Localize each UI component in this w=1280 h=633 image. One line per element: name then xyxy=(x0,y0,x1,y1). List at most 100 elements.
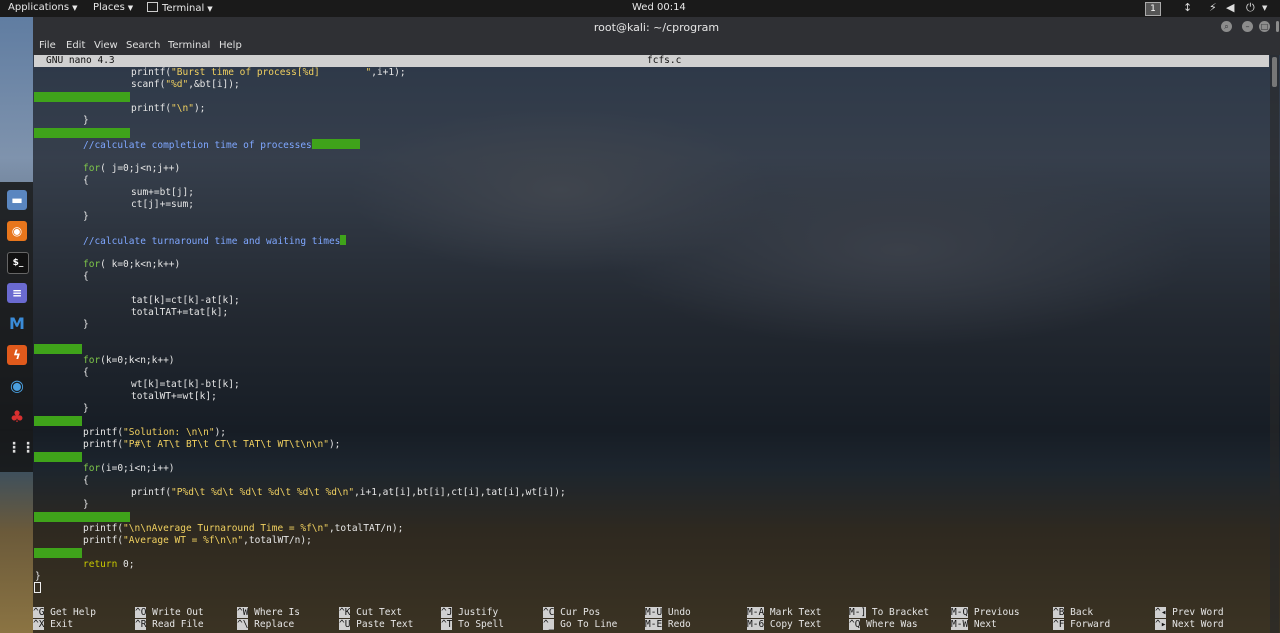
code-token: ); xyxy=(214,427,227,438)
shortcut-label: Cut Text xyxy=(350,607,402,618)
shortcut-hint[interactable]: M-] To Bracket xyxy=(849,607,929,619)
keyboard-icon[interactable]: ↕ xyxy=(1183,1,1192,14)
metasploit-icon[interactable]: M xyxy=(7,314,27,334)
shortcut-key: ^\ xyxy=(237,619,249,630)
shortcut-hint[interactable]: ^W Where Is xyxy=(237,607,300,619)
code-line: printf("P#\t AT\t BT\t CT\t TAT\t WT\t\n… xyxy=(83,439,340,451)
search-icon[interactable]: ⌕ xyxy=(1221,21,1232,32)
code-token: ,i+1); xyxy=(371,67,406,78)
code-token: { xyxy=(83,271,89,282)
shortcut-hint[interactable]: ^\ Replace xyxy=(237,619,294,631)
places-menu[interactable]: Places ▼ xyxy=(93,2,133,13)
app-grid-icon[interactable]: ⋮⋮ xyxy=(7,438,35,458)
power-icon[interactable]: ⏻ xyxy=(1246,1,1255,15)
shortcut-hint[interactable]: ^J Justify xyxy=(441,607,498,619)
shortcut-hint[interactable]: M-6 Copy Text xyxy=(747,619,821,631)
shortcut-hint[interactable]: M-A Mark Text xyxy=(747,607,821,619)
shortcut-hint[interactable]: ^◂ Prev Word xyxy=(1155,607,1224,619)
terminal-small-icon xyxy=(147,2,158,12)
code-token: ( j=0;j<n;j++) xyxy=(100,163,181,174)
terminal-window[interactable]: root@kali: ~/cprogram ⌕ – □ File Edit Vi… xyxy=(33,17,1280,633)
system-menu-caret-icon[interactable]: ▼ xyxy=(1262,4,1267,12)
shortcut-hint[interactable]: ^U Paste Text xyxy=(339,619,413,631)
code-line: wt[k]=tat[k]-bt[k]; xyxy=(131,379,240,391)
code-token: "\n\nAverage Turnaround Time = %f\n" xyxy=(123,523,329,534)
text-editor-icon[interactable]: ≡ xyxy=(7,283,27,303)
code-token: "Average WT = %f\n\n" xyxy=(123,535,244,546)
shortcut-label: Exit xyxy=(44,619,74,630)
code-line: for(k=0;k<n;k++) xyxy=(83,355,175,367)
network-icon[interactable]: ⚡ xyxy=(1209,1,1217,14)
burpsuite-icon[interactable]: ϟ xyxy=(7,345,27,365)
shortcut-key: M-] xyxy=(849,607,867,618)
volume-icon[interactable]: ◀ xyxy=(1226,1,1234,14)
close-button[interactable] xyxy=(1276,21,1279,32)
scrollbar[interactable] xyxy=(1270,55,1279,633)
window-titlebar[interactable]: root@kali: ~/cprogram ⌕ – □ xyxy=(33,17,1280,38)
nano-title-bar: GNU nano 4.3 fcfs.c xyxy=(34,55,1269,67)
shortcut-hint[interactable]: M-Q Previous xyxy=(951,607,1020,619)
shortcut-label: Mark Text xyxy=(764,607,822,618)
files-icon[interactable]: ▬ xyxy=(7,190,27,210)
shortcut-hint[interactable]: M-W Next xyxy=(951,619,997,631)
shortcut-hint[interactable]: ^G Get Help xyxy=(33,607,96,619)
shortcut-hint[interactable]: ^X Exit xyxy=(33,619,73,631)
minimize-button[interactable]: – xyxy=(1242,21,1253,32)
shortcut-key: ^U xyxy=(339,619,351,630)
trailing-whitespace-highlight xyxy=(340,235,347,245)
code-token: "\n" xyxy=(171,103,194,114)
code-token: printf( xyxy=(83,535,124,546)
clock[interactable]: Wed 00:14 xyxy=(632,2,686,13)
shortcut-key: ^K xyxy=(339,607,351,618)
firefox-esr-icon[interactable]: ◉ xyxy=(7,221,27,241)
shortcut-hint[interactable]: ^_ Go To Line xyxy=(543,619,617,631)
shortcut-hint[interactable]: ^K Cut Text xyxy=(339,607,402,619)
shortcut-hint[interactable]: ^C Cur Pos xyxy=(543,607,600,619)
cherrytree-icon[interactable]: ♣ xyxy=(7,407,27,427)
maximize-button[interactable]: □ xyxy=(1259,21,1270,32)
terminal-icon[interactable]: $_ xyxy=(7,252,29,274)
workspace-indicator[interactable]: 1 xyxy=(1145,2,1161,16)
shortcut-label: Copy Text xyxy=(764,619,822,630)
shortcut-hint[interactable]: M-E Redo xyxy=(645,619,691,631)
shortcut-label: Previous xyxy=(968,607,1020,618)
menu-terminal[interactable]: Terminal xyxy=(168,40,210,51)
shortcut-hint[interactable]: M-U Undo xyxy=(645,607,691,619)
code-line: } xyxy=(83,115,89,127)
shortcut-hint[interactable]: ^▸ Next Word xyxy=(1155,619,1224,631)
menu-view[interactable]: View xyxy=(94,40,118,51)
top-panel: Applications ▼ Places ▼ Terminal ▼ Wed 00:1… xyxy=(0,0,1280,17)
code-line: printf("\n"); xyxy=(131,103,205,115)
code-token: } xyxy=(35,571,41,582)
shortcut-key: ^X xyxy=(33,619,45,630)
applications-menu[interactable]: Applications ▼ xyxy=(8,2,77,13)
scrollbar-thumb[interactable] xyxy=(1272,57,1277,87)
shortcut-key: ^R xyxy=(135,619,147,630)
shortcut-key: ^Q xyxy=(849,619,861,630)
menu-search[interactable]: Search xyxy=(126,40,160,51)
shortcut-hint[interactable]: ^F Forward xyxy=(1053,619,1110,631)
code-line: sum+=bt[j]; xyxy=(131,187,194,199)
shortcut-key: M-Q xyxy=(951,607,969,618)
shortcut-label: Go To Line xyxy=(554,619,618,630)
code-line: } xyxy=(83,403,89,415)
zenmap-icon[interactable]: ◉ xyxy=(7,376,27,396)
shortcut-hint[interactable]: ^R Read File xyxy=(135,619,204,631)
shortcut-hint[interactable]: ^T To Spell xyxy=(441,619,504,631)
menu-help[interactable]: Help xyxy=(219,40,242,51)
shortcut-hint[interactable]: ^O Write Out xyxy=(135,607,204,619)
menu-edit[interactable]: Edit xyxy=(66,40,85,51)
applications-label: Applications xyxy=(8,2,70,13)
shortcut-hint[interactable]: ^Q Where Was xyxy=(849,619,918,631)
menu-file[interactable]: File xyxy=(39,40,56,51)
code-line: totalWT+=wt[k]; xyxy=(131,391,217,403)
window-menubar: File Edit View Search Terminal Help xyxy=(33,38,1280,55)
trailing-whitespace-highlight xyxy=(311,139,360,149)
shortcut-key: ^_ xyxy=(543,619,555,630)
shortcut-label: Write Out xyxy=(146,607,204,618)
code-line: printf("Solution: \n\n"); xyxy=(83,427,226,439)
shortcut-key: ^O xyxy=(135,607,147,618)
terminal-app-menu[interactable]: Terminal ▼ xyxy=(147,2,213,14)
shortcut-hint[interactable]: ^B Back xyxy=(1053,607,1093,619)
code-line: for( j=0;j<n;j++) xyxy=(83,163,180,175)
